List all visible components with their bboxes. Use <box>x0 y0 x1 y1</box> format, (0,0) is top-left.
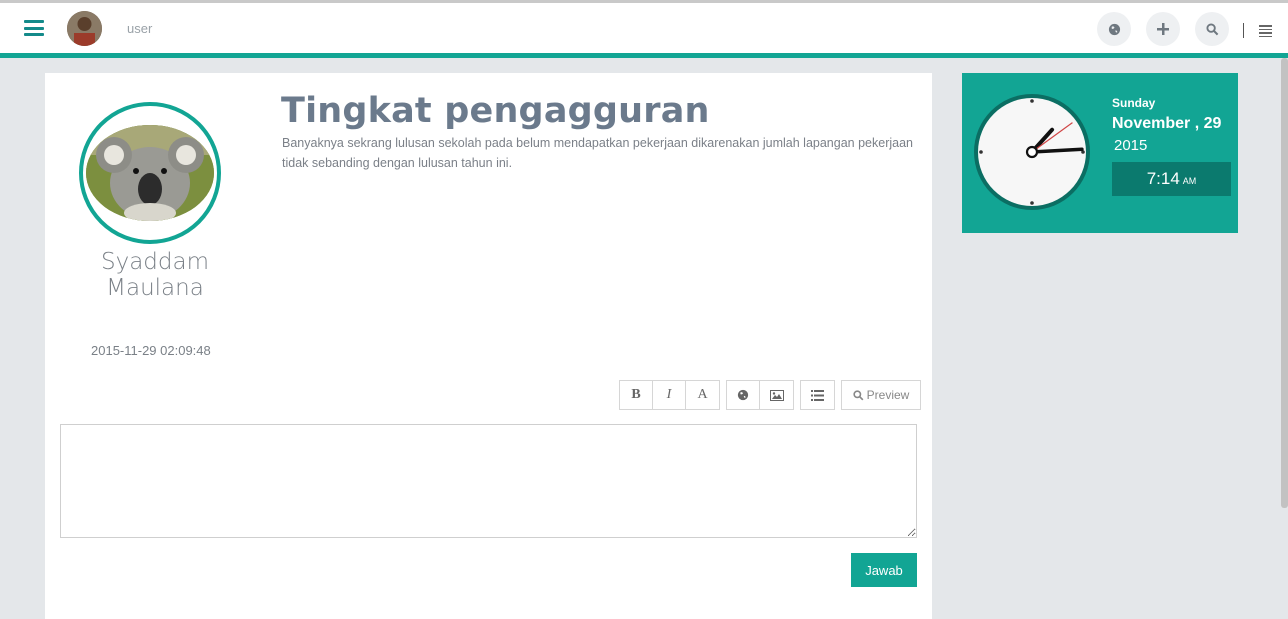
link-button[interactable] <box>727 381 760 409</box>
clock-date: November , 29 <box>1112 115 1222 132</box>
author-name[interactable]: Syaddam Maulana <box>85 249 225 301</box>
top-navbar: user <box>0 0 1288 58</box>
clock-tick <box>1030 201 1034 205</box>
post-body: Banyaknya sekrang lulusan sekolah pada b… <box>282 136 913 170</box>
submit-answer-button[interactable]: Jawab <box>851 553 917 587</box>
post-card: Syaddam Maulana 2015-11-29 02:09:48 Ting… <box>45 73 932 619</box>
answer-textarea[interactable] <box>60 424 917 538</box>
list-icon[interactable] <box>1259 25 1272 39</box>
scrollbar[interactable] <box>1281 58 1288 508</box>
analog-clock <box>974 94 1090 210</box>
bold-button[interactable]: B <box>620 381 653 409</box>
globe-button[interactable] <box>1097 12 1131 46</box>
preview-group: Preview <box>841 380 921 410</box>
digital-time-value: 7:14 <box>1146 169 1180 188</box>
globe-icon <box>737 389 749 401</box>
menu-icon[interactable] <box>24 20 44 36</box>
clock-year: 2015 <box>1114 137 1148 154</box>
heading-button[interactable]: A <box>686 381 719 409</box>
list-group <box>800 380 835 410</box>
image-button[interactable] <box>760 381 793 409</box>
globe-icon <box>1108 23 1120 35</box>
digital-time: 7:14 AM <box>1112 162 1231 196</box>
add-button[interactable] <box>1146 12 1180 46</box>
post-title: Tingkat pengagguran <box>281 91 710 131</box>
search-icon <box>853 389 864 400</box>
clock-day: Sunday <box>1112 96 1156 110</box>
preview-label: Preview <box>866 388 910 402</box>
clock-widget: Sunday November , 29 2015 7:14 AM <box>962 73 1238 233</box>
search-icon <box>1205 22 1218 35</box>
avatar[interactable] <box>67 11 102 46</box>
clock-tick <box>1030 99 1034 103</box>
format-group: B I A <box>619 380 720 410</box>
list-icon <box>811 389 824 401</box>
author-avatar <box>79 102 221 244</box>
navbar-divider <box>1243 23 1244 38</box>
preview-button[interactable]: Preview <box>842 381 920 409</box>
insert-group <box>726 380 794 410</box>
list-button[interactable] <box>801 381 834 409</box>
search-button[interactable] <box>1195 12 1229 46</box>
user-label[interactable]: user <box>127 21 152 36</box>
image-icon <box>769 389 784 401</box>
digital-time-ampm: AM <box>1182 176 1197 186</box>
post-timestamp: 2015-11-29 02:09:48 <box>91 343 211 358</box>
plus-icon <box>1157 23 1169 35</box>
author-photo <box>86 125 214 221</box>
editor-toolbar: B I A Preview <box>619 380 927 410</box>
italic-button[interactable]: I <box>653 381 686 409</box>
clock-tick <box>979 150 983 154</box>
